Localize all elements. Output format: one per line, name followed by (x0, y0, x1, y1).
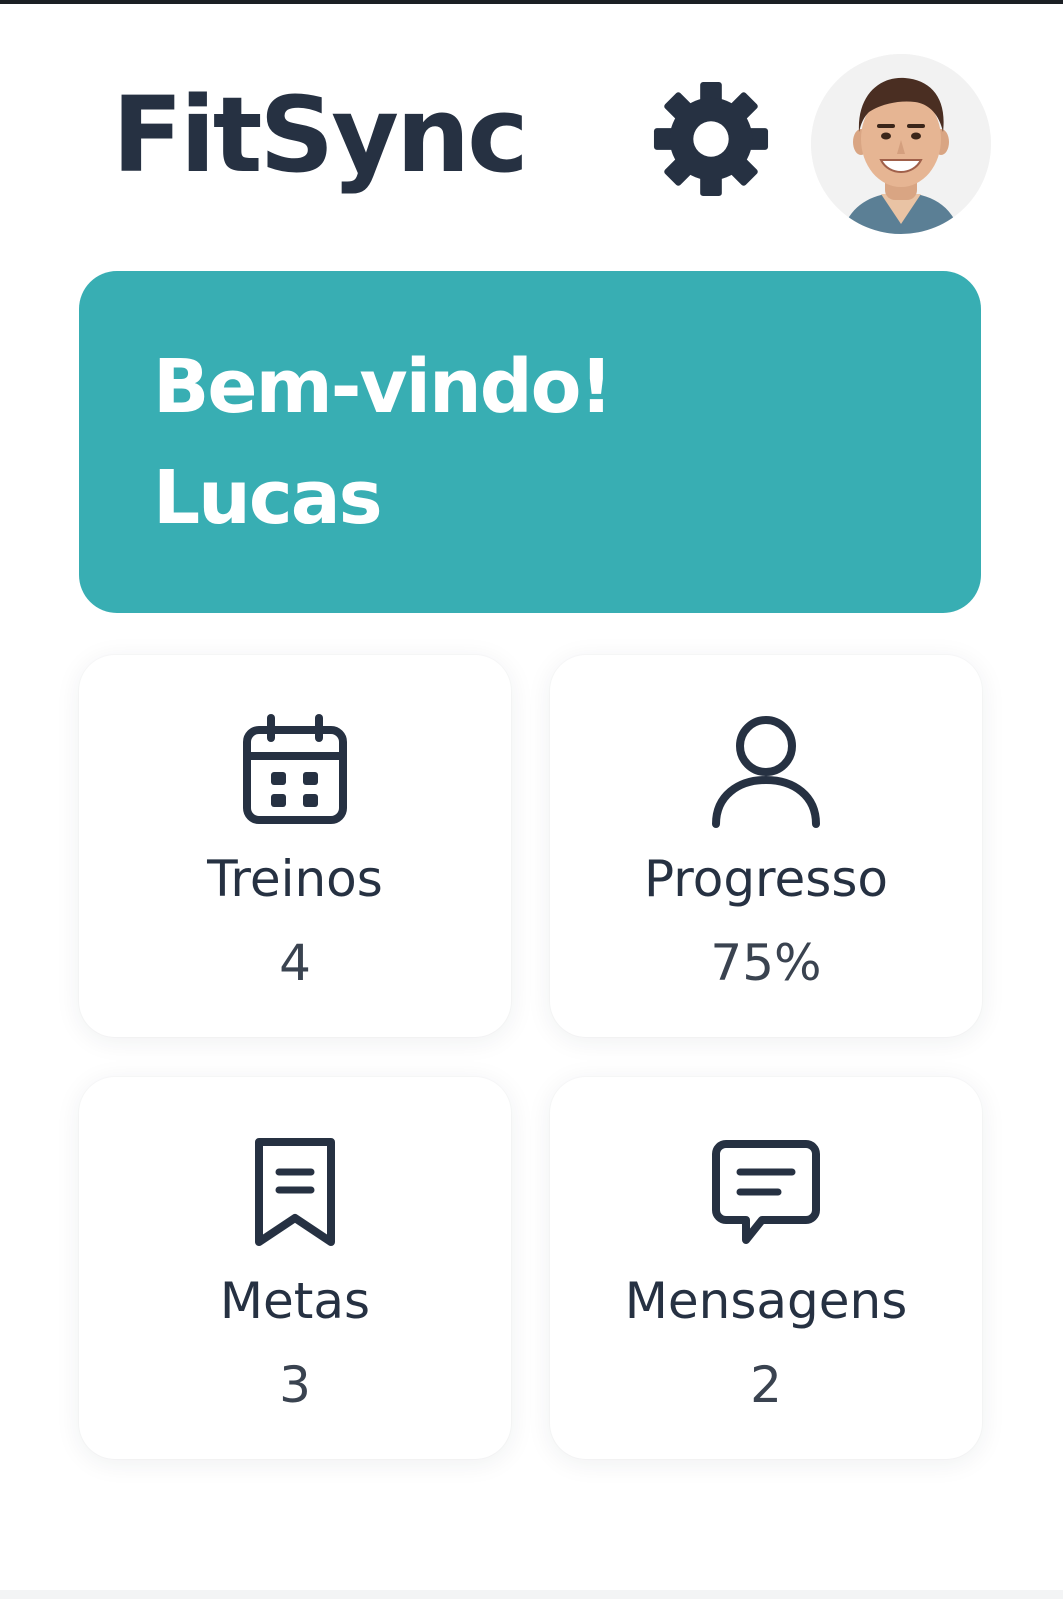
user-icon (706, 710, 826, 830)
user-avatar-photo (811, 54, 991, 234)
tile-treinos[interactable]: Treinos 4 (79, 655, 511, 1037)
app-screen: FitSync Bem-vindo! Lucas Treinos 4 Progr… (0, 0, 1063, 1599)
tile-label: Treinos (207, 850, 383, 908)
tile-value: 75% (710, 934, 822, 992)
bookmark-list-icon (235, 1132, 355, 1252)
settings-button[interactable] (652, 80, 770, 198)
message-icon (706, 1132, 826, 1252)
gear-icon (652, 80, 770, 198)
welcome-greeting: Bem-vindo! (153, 344, 613, 430)
tile-label: Metas (219, 1272, 371, 1330)
tile-mensagens[interactable]: Mensagens 2 (550, 1077, 982, 1459)
tile-value: 4 (279, 934, 311, 992)
tile-label: Mensagens (624, 1272, 908, 1330)
calendar-icon (235, 710, 355, 830)
welcome-banner: Bem-vindo! Lucas (79, 271, 981, 613)
tile-metas[interactable]: Metas 3 (79, 1077, 511, 1459)
tile-label: Progresso (644, 850, 888, 908)
tile-progresso[interactable]: Progresso 75% (550, 655, 982, 1037)
app-title: FitSync (112, 74, 529, 196)
bottom-bar (0, 1590, 1063, 1599)
tile-value: 2 (750, 1356, 782, 1414)
header: FitSync (0, 0, 1063, 240)
avatar[interactable] (811, 54, 991, 234)
tile-value: 3 (279, 1356, 311, 1414)
welcome-user-name: Lucas (153, 455, 383, 541)
